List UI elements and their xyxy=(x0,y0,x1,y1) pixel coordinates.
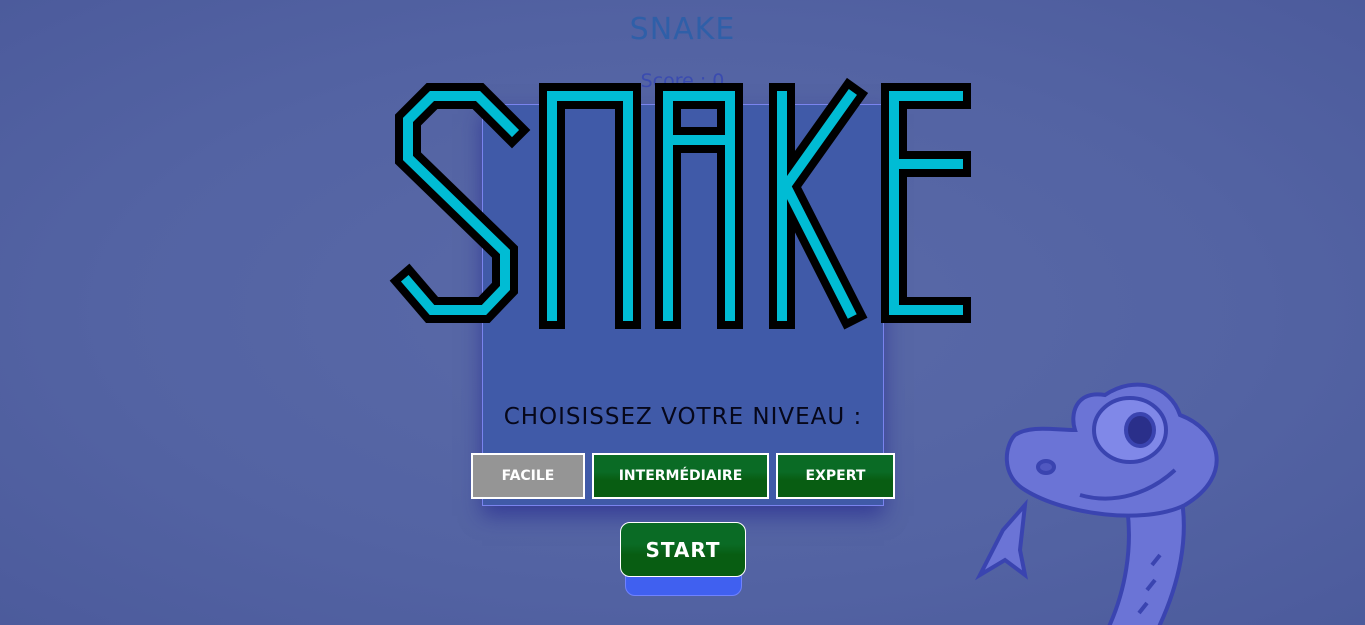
level-prompt: CHOISISSEZ VOTRE NIVEAU : xyxy=(503,404,863,430)
level-facile-button[interactable]: FACILE xyxy=(471,453,585,499)
snake-mascot-icon xyxy=(975,382,1219,625)
start-button[interactable]: START xyxy=(620,522,746,577)
level-expert-button[interactable]: EXPERT xyxy=(776,453,895,499)
level-intermediaire-button[interactable]: INTERMÉDIAIRE xyxy=(592,453,769,499)
